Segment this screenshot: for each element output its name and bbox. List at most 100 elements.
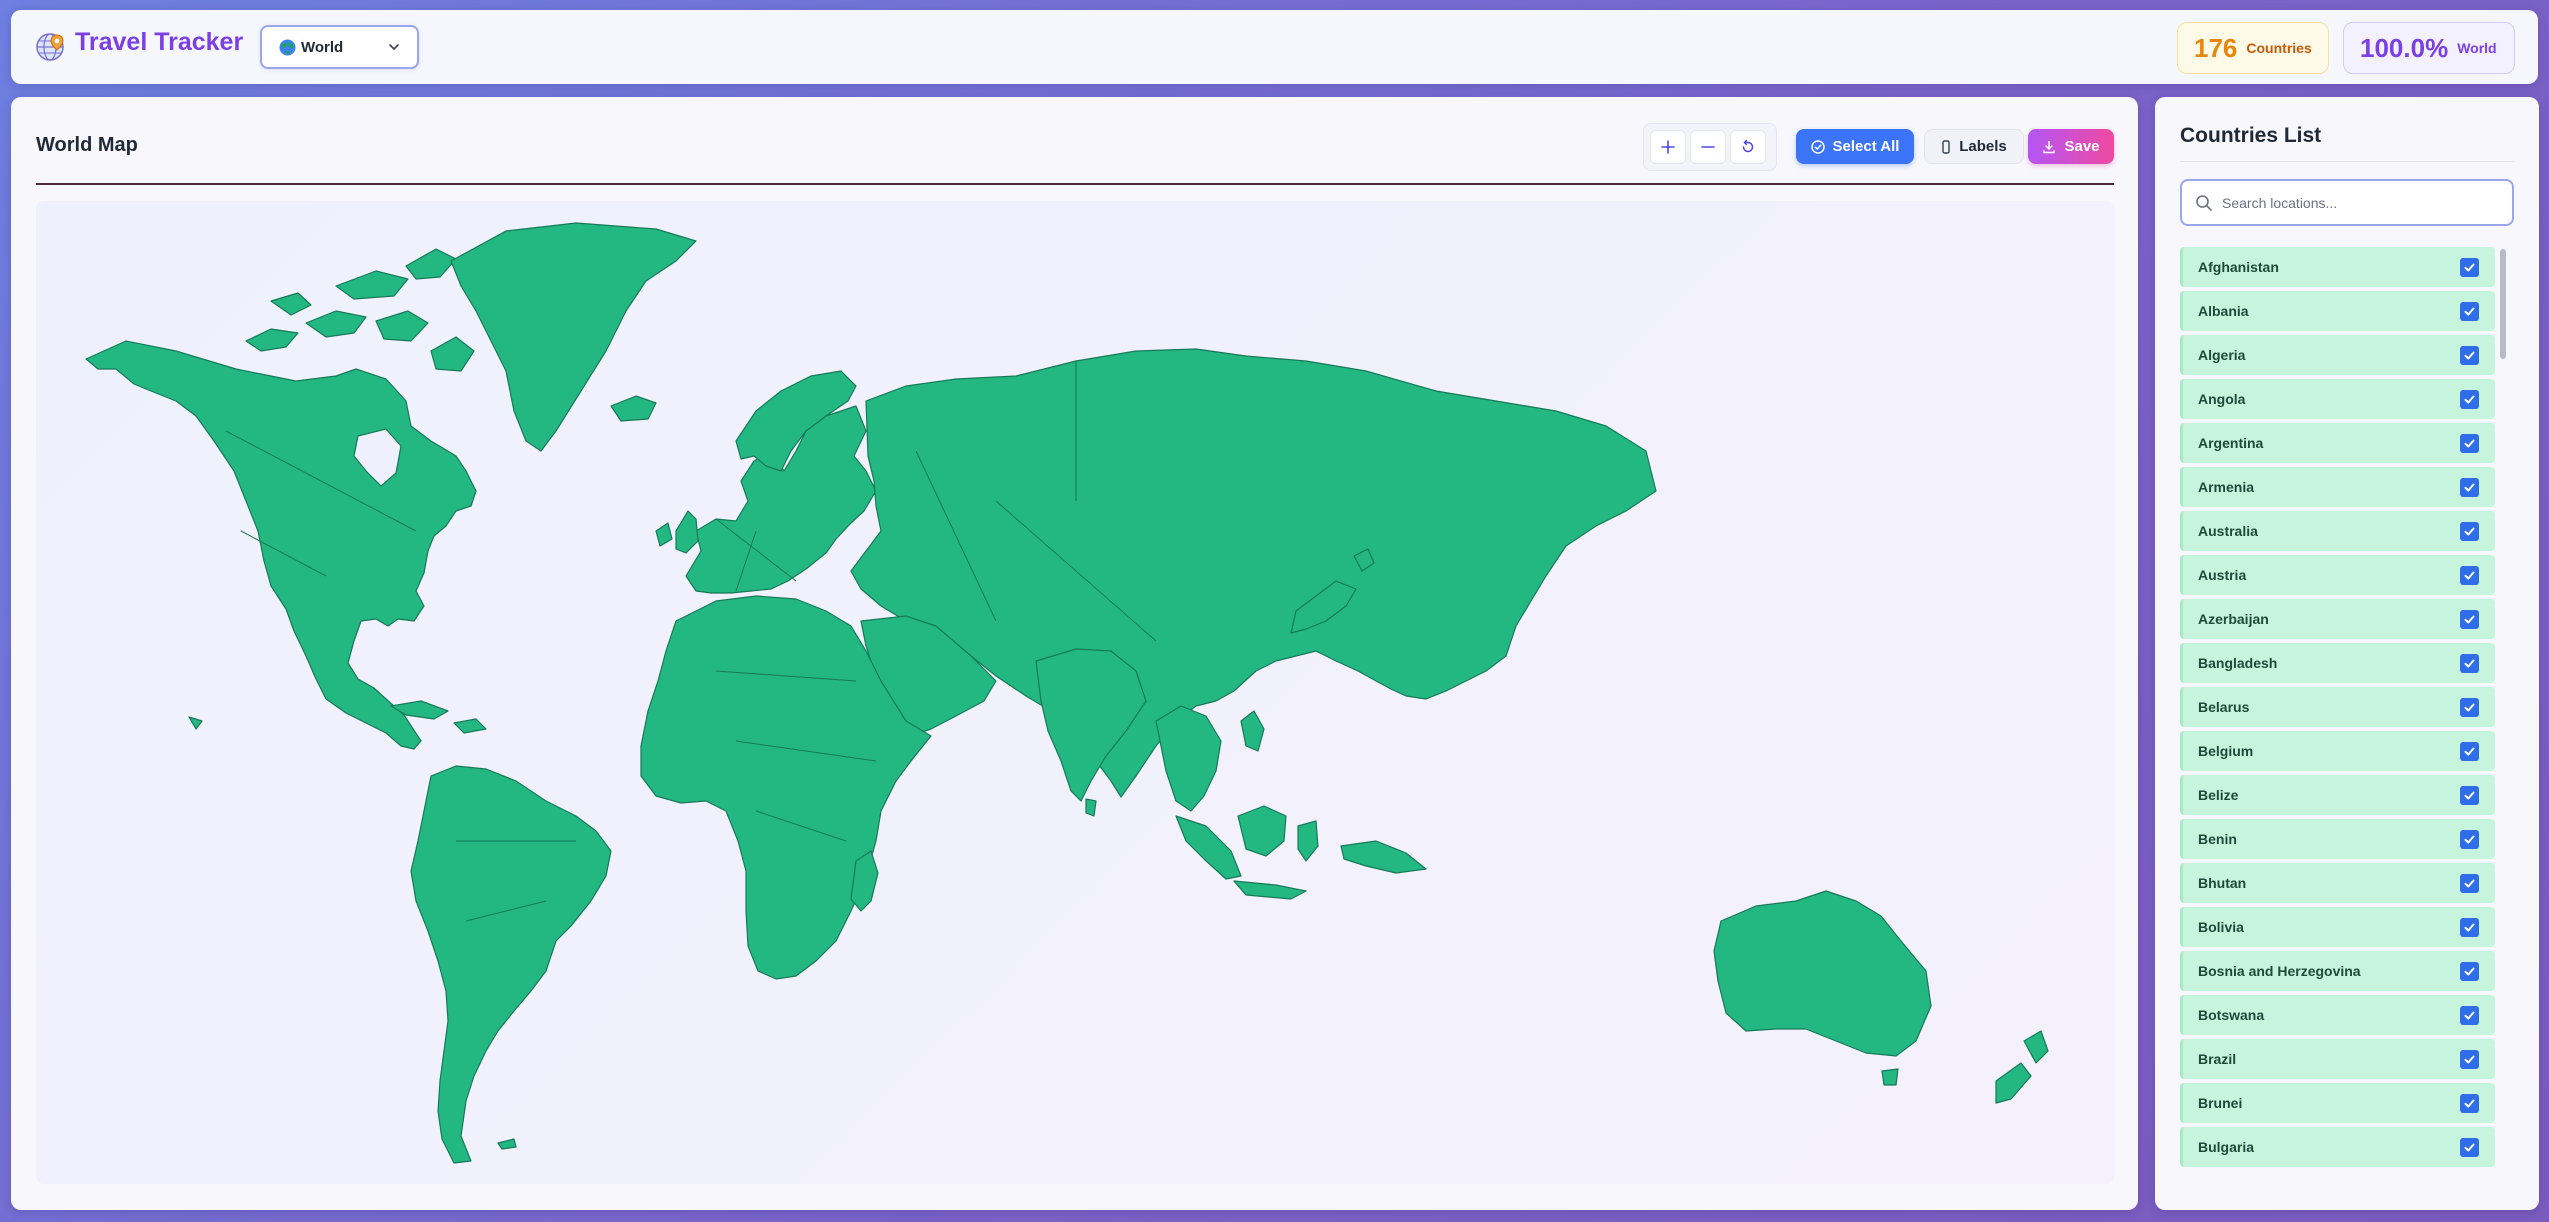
new-guinea[interactable]	[1340, 840, 1427, 874]
country-checkbox[interactable]	[2460, 830, 2479, 849]
checkmark-icon	[2464, 1143, 2475, 1152]
country-list-item[interactable]: Afghanistan	[2180, 247, 2495, 287]
arctic-islands[interactable]	[305, 310, 367, 338]
country-name: Benin	[2198, 831, 2237, 847]
checkmark-icon	[2464, 263, 2475, 272]
region-select[interactable]: World	[260, 25, 419, 69]
save-button[interactable]: Save	[2028, 129, 2114, 164]
arctic-islands[interactable]	[375, 310, 429, 342]
country-list-item[interactable]: Armenia	[2180, 467, 2495, 507]
select-all-button[interactable]: Select All	[1796, 129, 1914, 164]
ireland[interactable]	[655, 522, 673, 547]
java[interactable]	[1233, 880, 1307, 900]
country-list-item[interactable]: Belgium	[2180, 731, 2495, 771]
country-checkbox[interactable]	[2460, 434, 2479, 453]
iceland[interactable]	[610, 395, 657, 422]
country-list-item[interactable]: Algeria	[2180, 335, 2495, 375]
arctic-islands[interactable]	[245, 328, 299, 352]
country-list-item[interactable]: Botswana	[2180, 995, 2495, 1035]
country-list-item[interactable]: Bulgaria	[2180, 1127, 2495, 1167]
country-checkbox[interactable]	[2460, 566, 2479, 585]
world-stat-label: World	[2457, 40, 2497, 56]
falklands[interactable]	[497, 1138, 517, 1150]
country-checkbox[interactable]	[2460, 698, 2479, 717]
countries-stat-label: Countries	[2246, 40, 2312, 56]
country-list-item[interactable]: Albania	[2180, 291, 2495, 331]
search-input[interactable]	[2222, 191, 2502, 215]
country-checkbox[interactable]	[2460, 654, 2479, 673]
country-list-item[interactable]: Bosnia and Herzegovina	[2180, 951, 2495, 991]
zoom-in-button[interactable]	[1650, 130, 1686, 164]
country-list-item[interactable]: Angola	[2180, 379, 2495, 419]
country-checkbox[interactable]	[2460, 1094, 2479, 1113]
country-list-item[interactable]: Austria	[2180, 555, 2495, 595]
reset-view-button[interactable]	[1730, 130, 1766, 164]
country-checkbox[interactable]	[2460, 962, 2479, 981]
country-list-item[interactable]: Benin	[2180, 819, 2495, 859]
country-checkbox[interactable]	[2460, 610, 2479, 629]
country-list-item[interactable]: Azerbaijan	[2180, 599, 2495, 639]
borneo[interactable]	[1237, 805, 1287, 857]
country-name: Algeria	[2198, 347, 2246, 363]
country-list-item[interactable]: Argentina	[2180, 423, 2495, 463]
country-checkbox[interactable]	[2460, 918, 2479, 937]
country-checkbox[interactable]	[2460, 478, 2479, 497]
australia[interactable]	[1713, 890, 1932, 1057]
sulawesi[interactable]	[1297, 820, 1319, 862]
checkmark-icon	[2464, 923, 2475, 932]
country-checkbox[interactable]	[2460, 302, 2479, 321]
checkmark-icon	[2464, 1011, 2475, 1020]
sri-lanka[interactable]	[1085, 798, 1097, 817]
arctic-islands[interactable]	[270, 292, 312, 316]
country-checkbox[interactable]	[2460, 1006, 2479, 1025]
country-list-item[interactable]: Belize	[2180, 775, 2495, 815]
world-map[interactable]	[36, 201, 2114, 1184]
country-list-item[interactable]: Bhutan	[2180, 863, 2495, 903]
country-checkbox[interactable]	[2460, 1050, 2479, 1069]
country-checkbox[interactable]	[2460, 1138, 2479, 1157]
country-checkbox[interactable]	[2460, 874, 2479, 893]
countries-list: Afghanistan Albania Algeria Angola Argentina…	[2180, 247, 2515, 1197]
list-scrollbar[interactable]	[2500, 249, 2506, 359]
map-divider	[36, 183, 2114, 185]
country-checkbox[interactable]	[2460, 742, 2479, 761]
country-name: Brazil	[2198, 1051, 2237, 1067]
checkmark-icon	[2464, 1099, 2475, 1108]
hispaniola[interactable]	[453, 718, 487, 734]
philippines[interactable]	[1240, 710, 1265, 752]
checkmark-icon	[2464, 351, 2475, 360]
tasmania[interactable]	[1881, 1068, 1899, 1086]
country-name: Belgium	[2198, 743, 2254, 759]
map-title: World Map	[36, 134, 138, 156]
labels-toggle-button[interactable]: Labels	[1924, 129, 2024, 164]
country-list-item[interactable]: Brunei	[2180, 1083, 2495, 1123]
country-checkbox[interactable]	[2460, 390, 2479, 409]
country-checkbox[interactable]	[2460, 258, 2479, 277]
sumatra[interactable]	[1175, 815, 1242, 880]
country-list-item[interactable]: Bangladesh	[2180, 643, 2495, 683]
checkmark-icon	[2464, 395, 2475, 404]
save-label: Save	[2064, 138, 2100, 155]
great-britain[interactable]	[675, 510, 699, 554]
countries-stat-card: 176 Countries	[2177, 22, 2329, 74]
country-list-item[interactable]: Australia	[2180, 511, 2495, 551]
country-checkbox[interactable]	[2460, 346, 2479, 365]
arctic-islands[interactable]	[430, 336, 475, 372]
checkmark-icon	[2464, 527, 2475, 536]
hawaii[interactable]	[188, 716, 203, 730]
arctic-islands[interactable]	[335, 270, 409, 300]
country-list-item[interactable]: Brazil	[2180, 1039, 2495, 1079]
country-checkbox[interactable]	[2460, 522, 2479, 541]
south-america[interactable]	[410, 765, 612, 1164]
arctic-islands[interactable]	[405, 248, 457, 280]
southeast-asia[interactable]	[1155, 705, 1222, 812]
north-america[interactable]	[85, 340, 477, 750]
country-checkbox[interactable]	[2460, 786, 2479, 805]
country-list-item[interactable]: Belarus	[2180, 687, 2495, 727]
checkmark-icon	[2464, 703, 2475, 712]
zoom-out-button[interactable]	[1690, 130, 1726, 164]
new-zealand-north[interactable]	[2023, 1030, 2049, 1064]
country-list-item[interactable]: Bolivia	[2180, 907, 2495, 947]
greenland[interactable]	[450, 222, 697, 452]
new-zealand-south[interactable]	[1995, 1062, 2032, 1104]
